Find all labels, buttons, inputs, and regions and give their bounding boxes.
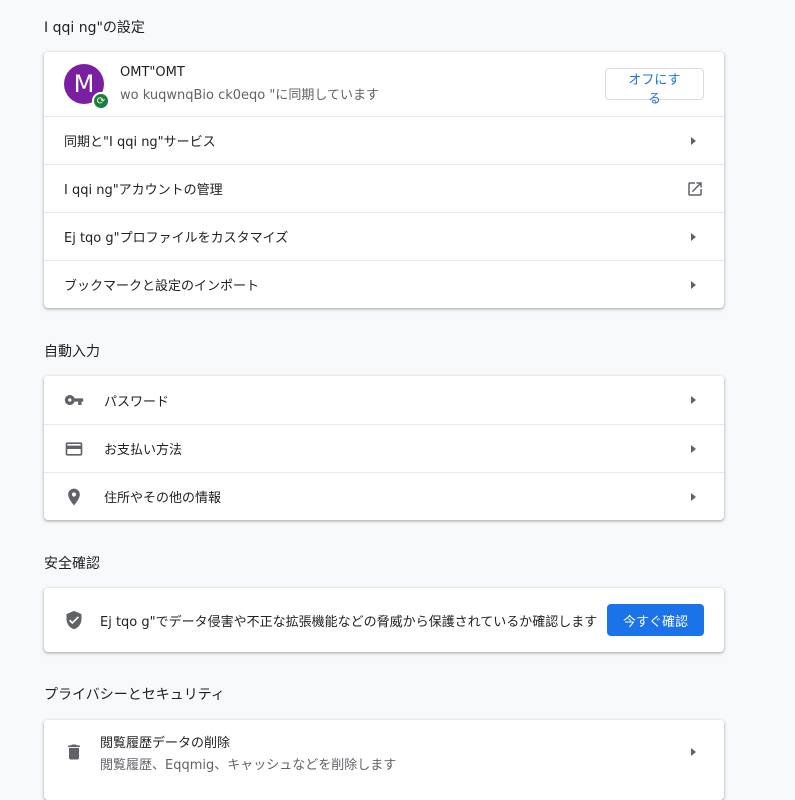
row-label: ブックマークと設定のインポート — [64, 279, 260, 294]
arrow-right-icon — [691, 748, 696, 756]
sync-icon: ⟳ — [92, 92, 110, 110]
safety-check-text: Ej tqo g"でデータ侵害や不正な拡張機能などの脅威から保護されているか確認… — [100, 614, 598, 630]
profile-row: M ⟳ OMT"OMT wo kuqwnqBio ck0eqo "に同期していま… — [44, 52, 724, 116]
privacy-card: 閲覧履歴データの削除 閲覧履歴、Eqqmig、キャッシュなどを削除します — [44, 720, 724, 800]
turn-off-sync-button[interactable]: オフにする — [605, 68, 704, 107]
row-sync-services[interactable]: 同期と"I qqi ng"サービス — [44, 116, 724, 164]
arrow-right-icon — [691, 444, 696, 453]
location-pin-icon — [64, 487, 84, 507]
avatar-initial: M — [73, 70, 95, 98]
shield-icon — [64, 610, 84, 630]
row-payment-methods[interactable]: お支払い方法 — [44, 424, 724, 472]
row-addresses[interactable]: 住所やその他の情報 — [44, 472, 724, 520]
row-manage-account[interactable]: I qqi ng"アカウントの管理 — [44, 164, 724, 212]
check-now-button[interactable]: 今すぐ確認 — [607, 604, 704, 636]
row-label: 同期と"I qqi ng"サービス — [64, 135, 216, 150]
row-passwords[interactable]: パスワード — [44, 376, 724, 424]
section-title-safety: 安全確認 — [44, 556, 100, 572]
trash-icon — [64, 742, 84, 762]
row-customize-profile[interactable]: Ej tqo g"プロファイルをカスタマイズ — [44, 212, 724, 260]
arrow-right-icon — [691, 280, 696, 289]
sync-status: wo kuqwnqBio ck0eqo "に同期しています — [120, 88, 379, 103]
key-icon — [64, 390, 84, 410]
profile-name: OMT"OMT — [120, 65, 185, 80]
section-title-privacy: プライバシーとセキュリティ — [44, 687, 225, 703]
row-label: Ej tqo g"プロファイルをカスタマイズ — [64, 231, 289, 246]
row-label: I qqi ng"アカウントの管理 — [64, 183, 223, 198]
google-settings-card: M ⟳ OMT"OMT wo kuqwnqBio ck0eqo "に同期していま… — [44, 52, 724, 308]
arrow-right-icon — [691, 492, 696, 501]
row-label: パスワード — [104, 394, 170, 410]
avatar: M ⟳ — [64, 64, 110, 110]
autofill-card: パスワード お支払い方法 住所やその他の情報 — [44, 376, 724, 520]
safety-check-card: Ej tqo g"でデータ侵害や不正な拡張機能などの脅威から保護されているか確認… — [44, 588, 724, 652]
row-label: 閲覧履歴データの削除 — [100, 735, 231, 751]
row-label: お支払い方法 — [104, 443, 183, 458]
open-external-icon — [688, 181, 702, 196]
arrow-right-icon — [691, 396, 696, 404]
arrow-right-icon — [691, 232, 696, 241]
row-label: 住所やその他の情報 — [104, 491, 222, 506]
arrow-right-icon — [691, 136, 696, 145]
row-clear-browsing-data[interactable]: 閲覧履歴データの削除 閲覧履歴、Eqqmig、キャッシュなどを削除します — [44, 720, 724, 784]
section-title-google: I qqi ng"の設定 — [44, 20, 145, 36]
credit-card-icon — [64, 439, 84, 459]
row-import-bookmarks[interactable]: ブックマークと設定のインポート — [44, 260, 724, 308]
section-title-autofill: 自動入力 — [44, 344, 100, 360]
row-sublabel: 閲覧履歴、Eqqmig、キャッシュなどを削除します — [100, 757, 397, 773]
